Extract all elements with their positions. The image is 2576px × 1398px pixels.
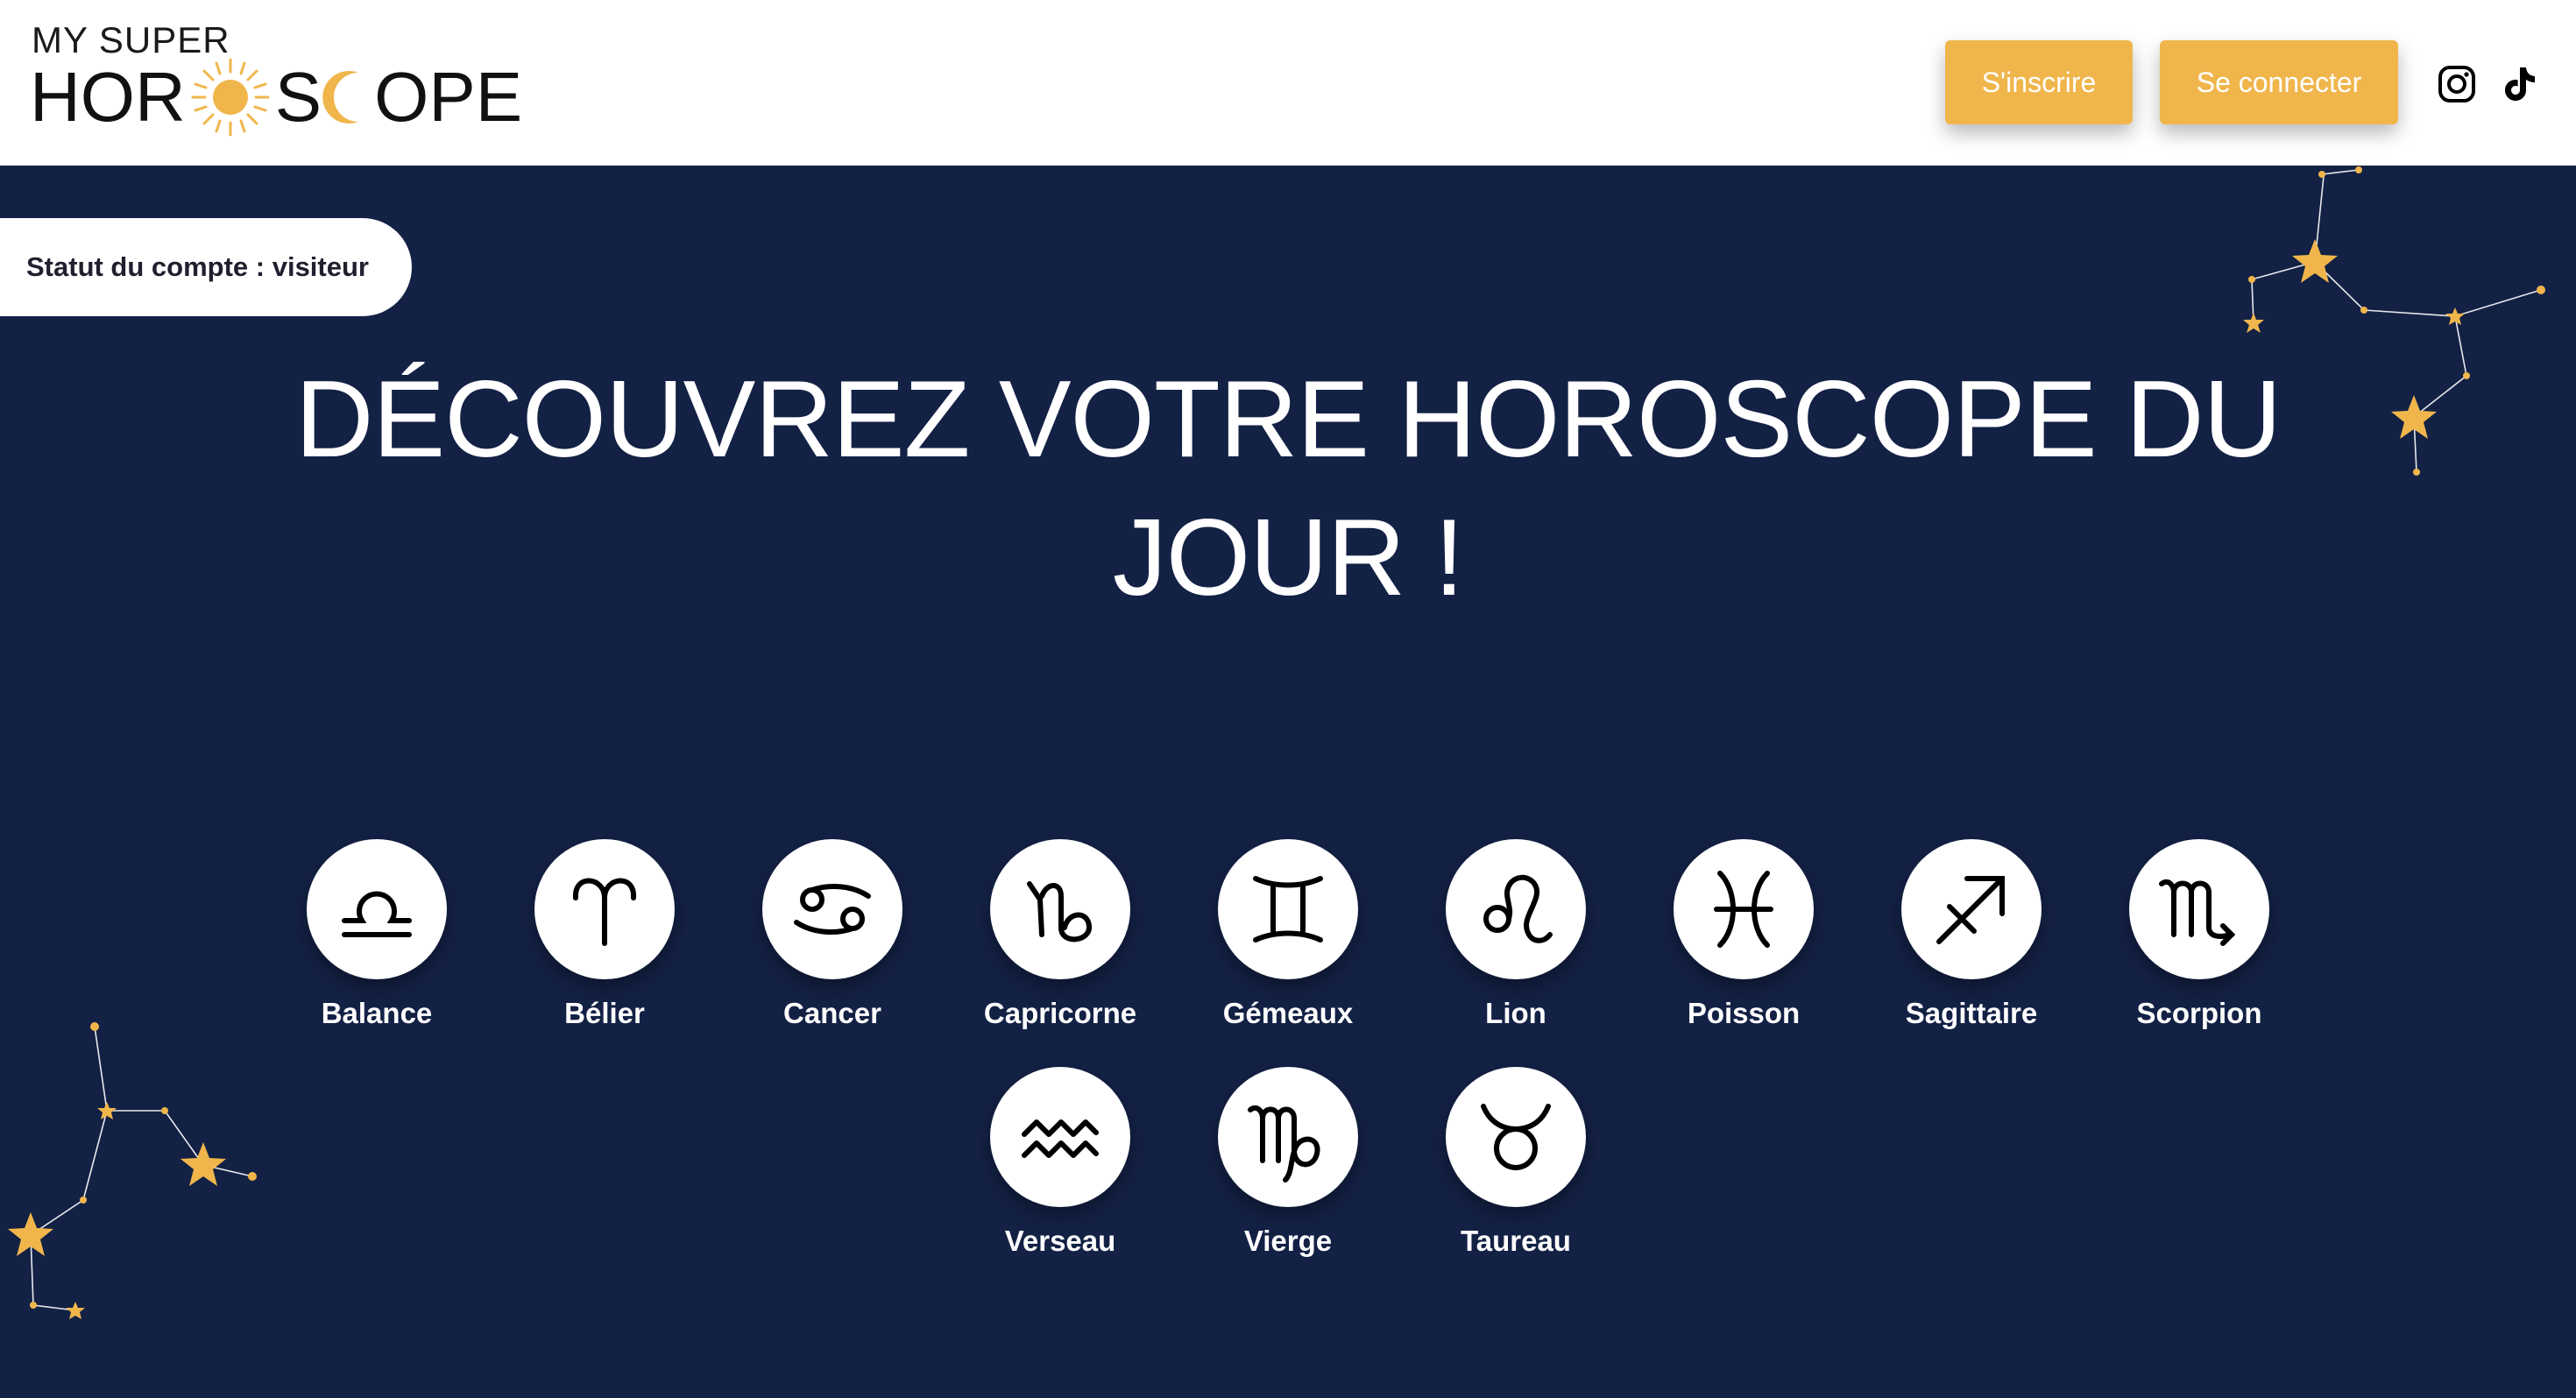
site-header: MY SUPER HOR S OPE S'inscrire Se connect…: [0, 0, 2576, 166]
libra-icon: [307, 839, 447, 979]
gemini-icon: [1218, 839, 1358, 979]
logo-text-s: S: [274, 58, 322, 136]
pisces-icon: [1674, 839, 1814, 979]
sign-label: Verseau: [1004, 1225, 1116, 1257]
login-button[interactable]: Se connecter: [2160, 40, 2398, 124]
sign-label: Bélier: [564, 997, 645, 1029]
sign-vierge[interactable]: Vierge: [1200, 1067, 1376, 1277]
moon-icon: [322, 62, 374, 132]
sagittarius-icon: [1901, 839, 2042, 979]
logo-tagline: MY SUPER: [32, 19, 230, 60]
sign-lion[interactable]: Lion: [1428, 839, 1603, 1049]
sign-sagittaire[interactable]: Sagittaire: [1884, 839, 2059, 1049]
zodiac-grid: Balance Bélier Cancer Capricorne Gémeaux…: [0, 0, 2576, 1398]
sign-belier[interactable]: Bélier: [517, 839, 692, 1049]
cancer-icon: [762, 839, 902, 979]
logo-text-hor: HOR: [30, 58, 186, 136]
sign-taureau[interactable]: Taureau: [1428, 1067, 1603, 1277]
logo-text-ope: OPE: [374, 58, 523, 136]
logo-wordmark: HOR S OPE: [30, 58, 522, 137]
virgo-icon: [1218, 1067, 1358, 1207]
capricorn-icon: [990, 839, 1130, 979]
sign-label: Lion: [1485, 997, 1546, 1029]
site-logo[interactable]: MY SUPER HOR S OPE: [30, 19, 557, 142]
sign-label: Cancer: [783, 997, 881, 1029]
aquarius-icon: [990, 1067, 1130, 1207]
sign-capricorne[interactable]: Capricorne: [973, 839, 1148, 1049]
sign-verseau[interactable]: Verseau: [973, 1067, 1148, 1277]
sign-label: Taureau: [1461, 1225, 1571, 1257]
sign-scorpion[interactable]: Scorpion: [2112, 839, 2287, 1049]
account-status-badge: Statut du compte : visiteur: [0, 218, 412, 316]
sun-icon: [186, 58, 275, 137]
sign-label: Capricorne: [983, 997, 1137, 1029]
sign-label: Balance: [321, 997, 433, 1029]
signup-button[interactable]: S'inscrire: [1945, 40, 2133, 124]
sign-gemeaux[interactable]: Gémeaux: [1200, 839, 1376, 1049]
leo-icon: [1446, 839, 1586, 979]
sign-cancer[interactable]: Cancer: [745, 839, 920, 1049]
sign-label: Gémeaux: [1222, 997, 1354, 1029]
sign-balance[interactable]: Balance: [289, 839, 464, 1049]
sign-label: Scorpion: [2136, 997, 2262, 1029]
tiktok-icon[interactable]: [2499, 65, 2537, 103]
scorpio-icon: [2129, 839, 2269, 979]
taurus-icon: [1446, 1067, 1586, 1207]
sign-label: Poisson: [1687, 997, 1801, 1029]
instagram-icon[interactable]: [2438, 65, 2476, 103]
aries-icon: [534, 839, 675, 979]
sign-poisson[interactable]: Poisson: [1656, 839, 1831, 1049]
sign-label: Vierge: [1243, 1225, 1333, 1257]
sign-label: Sagittaire: [1905, 997, 2038, 1029]
